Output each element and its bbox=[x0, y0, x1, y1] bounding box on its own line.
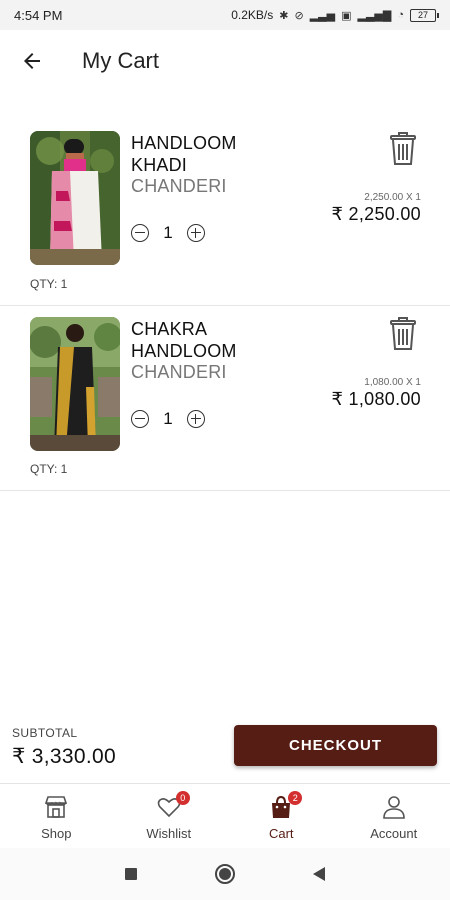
store-icon bbox=[45, 796, 68, 818]
quantity-value: 1 bbox=[163, 409, 173, 428]
nav-item-cart[interactable]: 2 Cart bbox=[225, 784, 338, 847]
home-button[interactable] bbox=[178, 848, 272, 900]
trash-icon[interactable] bbox=[388, 132, 418, 166]
home-circle-icon bbox=[215, 864, 235, 884]
nav-item-account[interactable]: Account bbox=[338, 784, 450, 847]
status-time: 4:54 PM bbox=[14, 7, 63, 23]
product-category: CHANDERI bbox=[131, 176, 227, 196]
system-nav-bar bbox=[0, 848, 450, 900]
line-total: ₹ 1,080.00 bbox=[331, 389, 421, 409]
quantity-value: 1 bbox=[163, 223, 173, 242]
signal-icon-2: ▂▃▅▇ bbox=[357, 9, 392, 22]
product-category: CHANDERI bbox=[131, 362, 227, 382]
increment-button[interactable] bbox=[187, 410, 205, 428]
status-icons: 0.2KB/s ✱ ⊘ ▂▃▅ ▣ ▂▃▅▇ ◔ 27 bbox=[231, 8, 439, 22]
recents-square-icon bbox=[125, 868, 137, 880]
wifi-icon: ◔ bbox=[397, 9, 404, 21]
unit-price-line: 1,080.00 X 1 bbox=[364, 377, 421, 388]
back-button[interactable] bbox=[0, 30, 64, 92]
back-triangle-icon bbox=[313, 867, 325, 881]
cart-badge: 2 bbox=[288, 791, 303, 805]
unit-price-line: 2,250.00 X 1 bbox=[364, 192, 421, 203]
subtotal-label: SUBTOTAL bbox=[12, 726, 78, 740]
page-title: My Cart bbox=[82, 48, 159, 73]
nav-label-wishlist: Wishlist bbox=[146, 826, 192, 841]
product-name: HANDLOOM KHADI bbox=[131, 133, 237, 175]
bag-icon-wrap: 2 bbox=[268, 791, 303, 820]
increment-button[interactable] bbox=[187, 224, 205, 242]
wishlist-badge: 0 bbox=[175, 791, 190, 805]
network-speed: 0.2KB/s bbox=[231, 8, 274, 22]
qty-label: QTY: 1 bbox=[30, 462, 68, 476]
subtotal-value: ₹ 3,330.00 bbox=[12, 745, 116, 768]
nav-label-cart: Cart bbox=[268, 826, 294, 841]
recents-button[interactable] bbox=[84, 848, 178, 900]
app-bar: My Cart bbox=[0, 30, 450, 92]
product-image[interactable] bbox=[30, 131, 120, 265]
signal-icon: ▂▃▅ bbox=[309, 9, 336, 22]
cart-footer: SUBTOTAL ₹ 3,330.00 CHECKOUT bbox=[0, 716, 450, 782]
person-icon bbox=[382, 796, 405, 819]
status-bar: 4:54 PM 0.2KB/s ✱ ⊘ ▂▃▅ ▣ ▂▃▅▇ ◔ 27 bbox=[0, 0, 450, 30]
alarm-off-icon: ⊘ bbox=[294, 9, 304, 22]
line-total: ₹ 2,250.00 bbox=[331, 204, 421, 224]
decrement-button[interactable] bbox=[131, 410, 149, 428]
nav-label-shop: Shop bbox=[41, 826, 72, 841]
sim-icon: ▣ bbox=[341, 9, 352, 22]
trash-icon[interactable] bbox=[388, 317, 418, 351]
nav-label-account: Account bbox=[370, 826, 418, 841]
qty-label: QTY: 1 bbox=[30, 277, 68, 291]
bluetooth-icon: ✱ bbox=[279, 9, 289, 22]
heart-icon-wrap: 0 bbox=[156, 791, 190, 820]
nav-item-wishlist[interactable]: 0 Wishlist bbox=[113, 784, 226, 847]
quantity-stepper: 1 bbox=[131, 223, 205, 243]
back-system-button[interactable] bbox=[272, 848, 366, 900]
quantity-stepper: 1 bbox=[131, 409, 205, 429]
product-name: CHAKRA HANDLOOM bbox=[131, 319, 237, 361]
battery-icon: 27 bbox=[410, 8, 439, 22]
bottom-nav: Shop 0 Wishlist 2 Cart Account bbox=[0, 783, 450, 847]
battery-level: 27 bbox=[417, 10, 428, 20]
cart-item: CHAKRA HANDLOOM CHANDERI 1,080.00 X 1 ₹ … bbox=[0, 307, 450, 491]
product-image[interactable] bbox=[30, 317, 120, 451]
decrement-button[interactable] bbox=[131, 224, 149, 242]
arrow-left-icon bbox=[24, 53, 40, 69]
nav-item-shop[interactable]: Shop bbox=[0, 784, 113, 847]
checkout-button[interactable]: CHECKOUT bbox=[234, 725, 437, 766]
cart-item: HANDLOOM KHADI CHANDERI 2,250.00 X 1 ₹ 2… bbox=[0, 122, 450, 306]
